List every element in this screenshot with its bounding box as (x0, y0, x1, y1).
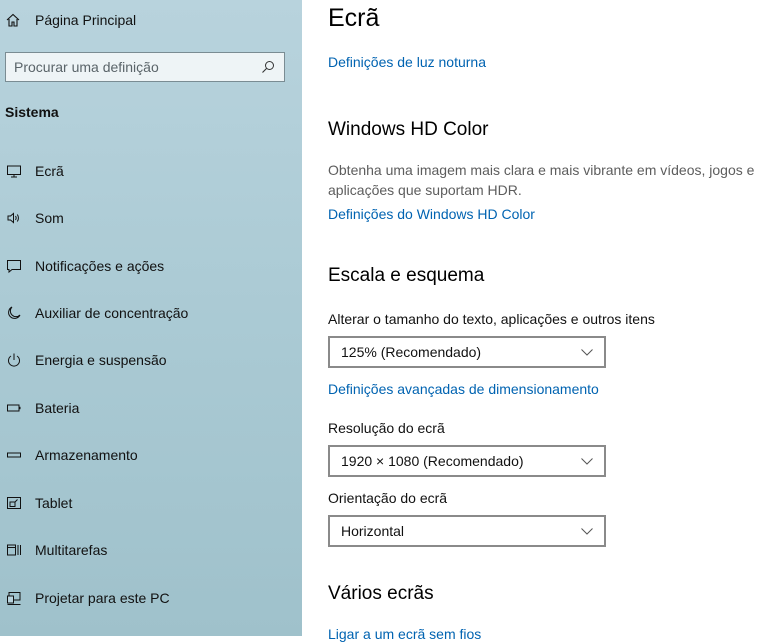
tablet-icon (5, 494, 23, 512)
notification-icon (5, 257, 23, 275)
multiple-displays-heading: Vários ecrãs (328, 583, 434, 604)
sidebar-item-tablet[interactable]: Tablet (5, 491, 72, 515)
sidebar-item-bateria[interactable]: Bateria (5, 396, 79, 420)
resolution-dropdown[interactable]: 1920 × 1080 (Recomendado) (328, 445, 606, 477)
speaker-icon (5, 209, 23, 227)
hd-color-settings-link[interactable]: Definições do Windows HD Color (328, 206, 535, 222)
sidebar-item-notificacoes[interactable]: Notificações e ações (5, 254, 164, 278)
search-icon[interactable] (260, 59, 276, 75)
sidebar-item-label: Energia e suspensão (35, 352, 167, 368)
sidebar-item-ecra[interactable]: Ecrã (5, 159, 64, 183)
night-light-settings-link[interactable]: Definições de luz noturna (328, 54, 486, 70)
scale-dropdown[interactable]: 125% (Recomendado) (328, 336, 606, 368)
sidebar-item-label: Notificações e ações (35, 258, 165, 274)
sidebar-item-label: Bateria (35, 400, 80, 416)
sidebar-item-auxiliar[interactable]: Auxiliar de concentração (5, 301, 188, 325)
home-icon (5, 12, 21, 28)
home-link[interactable]: Página Principal (5, 9, 136, 31)
sidebar: Página Principal Sistema Ecrã Som Notifi… (0, 0, 302, 636)
orientation-label: Orientação do ecrã (328, 490, 448, 506)
page-title: Ecrã (328, 4, 380, 32)
connect-wireless-display-link[interactable]: Ligar a um ecrã sem fios (328, 626, 481, 642)
battery-icon (5, 399, 23, 417)
sidebar-item-multitarefas[interactable]: Multitarefas (5, 538, 107, 562)
chevron-down-icon (580, 454, 594, 468)
section-title: Sistema (5, 104, 59, 120)
sidebar-item-label: Auxiliar de concentração (35, 305, 189, 321)
storage-icon (5, 446, 23, 464)
resolution-label: Resolução do ecrã (328, 420, 445, 436)
search-input[interactable] (6, 59, 260, 75)
search-box[interactable] (5, 52, 285, 82)
multitasking-icon (5, 541, 23, 559)
sidebar-item-projetar[interactable]: Projetar para este PC (5, 586, 170, 610)
sidebar-item-label: Som (35, 210, 64, 226)
orientation-dropdown-value: Horizontal (341, 523, 405, 539)
sidebar-item-label: Tablet (35, 495, 73, 511)
scale-dropdown-value: 125% (Recomendado) (341, 344, 482, 360)
hd-color-heading: Windows HD Color (328, 119, 489, 140)
monitor-icon (5, 162, 23, 180)
project-icon (5, 589, 23, 607)
hd-color-description: Obtenha uma imagem mais clara e mais vib… (328, 162, 755, 198)
sidebar-item-armazenamento[interactable]: Armazenamento (5, 443, 138, 467)
chevron-down-icon (580, 524, 594, 538)
scale-heading: Escala e esquema (328, 265, 485, 286)
moon-icon (5, 304, 23, 322)
sidebar-item-label: Multitarefas (35, 542, 108, 558)
chevron-down-icon (580, 345, 594, 359)
resolution-dropdown-value: 1920 × 1080 (Recomendado) (341, 453, 524, 469)
advanced-scaling-link[interactable]: Definições avançadas de dimensionamento (328, 381, 599, 397)
sidebar-item-label: Projetar para este PC (35, 590, 170, 606)
orientation-dropdown[interactable]: Horizontal (328, 515, 606, 547)
sidebar-item-energia[interactable]: Energia e suspensão (5, 348, 167, 372)
home-label: Página Principal (35, 12, 137, 28)
text-size-label: Alterar o tamanho do texto, aplicações e… (328, 311, 655, 327)
sidebar-item-label: Armazenamento (35, 447, 138, 463)
sidebar-item-label: Ecrã (35, 163, 64, 179)
sidebar-item-som[interactable]: Som (5, 206, 64, 230)
power-icon (5, 351, 23, 369)
